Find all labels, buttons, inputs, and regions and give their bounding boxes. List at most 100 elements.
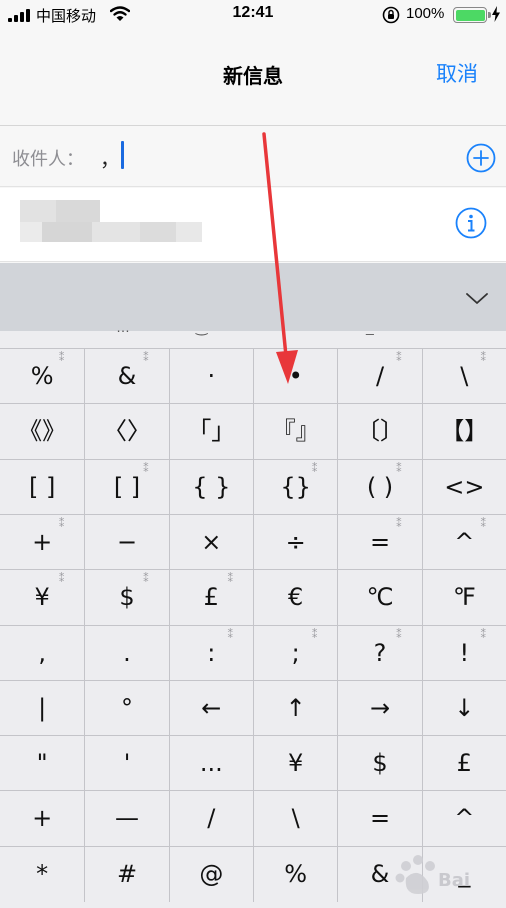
symbol-key[interactable]: ÷ — [253, 514, 337, 570]
symbol-key-label: \ — [460, 362, 469, 390]
symbol-key-label: / — [375, 362, 385, 390]
symbol-key[interactable]: ← — [168, 680, 253, 736]
symbol-key[interactable]: { } — [168, 459, 253, 515]
symbol-key[interactable]: £ — [421, 736, 506, 792]
cancel-button[interactable]: 取消 — [436, 58, 478, 88]
symbol-key[interactable]: ? ⁑ — [337, 625, 421, 681]
symbol-key[interactable]: × — [168, 514, 253, 570]
symbol-key[interactable]: ℉ — [421, 570, 506, 626]
symbol-key[interactable]: % — [253, 846, 337, 902]
symbol-key[interactable]: ^ ⁑ — [421, 514, 506, 570]
status-bar: 中国移动 12:41 100% — [0, 0, 506, 30]
symbol-key[interactable]: · — [168, 349, 253, 404]
symbol-key-label: ¥ — [288, 749, 304, 778]
key-row: " '... ¥ $ £ — [0, 735, 506, 792]
variant-marker-icon: ⁑ — [480, 627, 486, 641]
symbol-key-label: { } — [192, 472, 231, 501]
symbol-key[interactable]: ( ) ⁑ — [337, 459, 421, 515]
symbol-key[interactable]: £ ⁑ — [168, 570, 253, 626]
symbol-key[interactable]: & ⁑ — [84, 349, 168, 404]
symbol-key[interactable]: 〈〉 — [84, 404, 168, 460]
symbol-key[interactable]: $ ⁑ — [84, 570, 168, 626]
symbol-key[interactable]: ℃ — [337, 570, 421, 626]
symbol-key[interactable]: ^ — [421, 791, 506, 847]
variant-marker-icon: ⁑ — [480, 351, 486, 364]
symbol-key[interactable]: [ ] — [0, 460, 84, 515]
symbol-key[interactable]: € — [253, 570, 337, 626]
recipient-row[interactable]: 收件人： ， — [0, 127, 506, 187]
symbol-key[interactable]: / ⁑ — [337, 349, 421, 404]
symbol-key[interactable]: . — [84, 625, 168, 681]
key-row: % ⁑ & ⁑ · • / ⁑ \ ⁑ — [0, 348, 506, 404]
symbol-key[interactable]: → — [337, 680, 421, 736]
symbol-key[interactable]: ... — [168, 736, 253, 792]
symbol-key[interactable]: ↑ — [253, 680, 337, 736]
symbol-key[interactable]: — — [84, 791, 168, 847]
symbol-keyboard: … ‿ _ % ⁑ & ⁑ · • / ⁑ \ ⁑ 《》 〈〉 「」 『』 〔〕 【】[ ][ ] ⁑{ }{}… — [0, 319, 506, 908]
symbol-key-label: : — [207, 638, 216, 667]
key-row: 《》 〈〉 「」 『』 〔〕 【】 — [0, 403, 506, 460]
variant-marker-icon: ⁑ — [143, 351, 149, 364]
symbol-key[interactable]: ° — [84, 680, 168, 736]
chevron-down-icon[interactable] — [466, 293, 488, 305]
symbol-key[interactable]: • — [253, 349, 337, 404]
symbol-key[interactable]: ↓ — [421, 680, 506, 736]
add-contact-icon[interactable] — [466, 143, 496, 173]
symbol-key-label: 『』 — [271, 417, 320, 446]
contact-suggestion[interactable] — [0, 188, 506, 262]
peek-key: ‿ — [196, 319, 208, 335]
symbol-key-label: 〈〉 — [102, 417, 151, 446]
symbol-key-label: ! — [459, 638, 470, 667]
symbol-key[interactable]: ¥ ⁑ — [0, 570, 84, 625]
symbol-key[interactable]: " — [0, 736, 84, 791]
symbol-key[interactable]: <> — [421, 459, 506, 515]
symbol-key[interactable]: / — [168, 791, 253, 847]
symbol-key[interactable]: ¥ — [253, 736, 337, 792]
info-icon[interactable] — [455, 207, 487, 239]
variant-marker-icon: ⁑ — [58, 516, 65, 530]
variant-marker-icon: ⁑ — [311, 461, 318, 475]
variant-marker-icon: ⁑ — [143, 461, 149, 475]
symbol-key[interactable]: 【】 — [421, 404, 506, 460]
symbol-key[interactable]: ' — [84, 736, 168, 792]
symbol-key[interactable]: − — [84, 514, 168, 570]
symbol-key[interactable]: ; ⁑ — [253, 625, 337, 681]
symbol-key[interactable]: : ⁑ — [168, 625, 253, 681]
symbol-key[interactable]: \ — [253, 791, 337, 847]
symbol-key[interactable]: 《》 — [0, 404, 84, 459]
symbol-key[interactable]: _ — [421, 846, 506, 902]
symbol-key-label: — — [114, 804, 139, 833]
symbol-key-label: <> — [444, 472, 485, 501]
symbol-key-label: £ — [203, 583, 219, 612]
symbol-key[interactable]: + ⁑ — [0, 515, 84, 570]
symbol-key[interactable]: = — [337, 791, 421, 847]
symbol-key-label: = — [369, 527, 391, 556]
symbol-key[interactable]: {} ⁑ — [253, 459, 337, 515]
symbol-key[interactable]: # — [84, 846, 168, 902]
symbol-key[interactable]: = ⁑ — [337, 514, 421, 570]
symbol-key-label: ; — [291, 638, 300, 667]
symbol-key[interactable]: | — [0, 681, 84, 736]
key-row: ,.: ⁑; ⁑? ⁑! ⁑ — [0, 624, 506, 681]
symbol-key[interactable]: ! ⁑ — [421, 625, 506, 681]
symbol-key[interactable]: @ — [168, 846, 253, 902]
symbol-key-label: + — [32, 527, 53, 556]
symbol-key[interactable]: 〔〕 — [337, 404, 421, 460]
symbol-key[interactable]: % ⁑ — [0, 349, 84, 404]
page-title: 新信息 — [223, 64, 283, 88]
symbol-key[interactable]: [ ] ⁑ — [84, 459, 168, 515]
symbol-key[interactable]: + — [0, 791, 84, 846]
recipient-input[interactable]: ， — [100, 143, 120, 172]
symbol-key-label: ℃ — [366, 583, 394, 612]
symbol-key-label: · — [207, 362, 216, 390]
symbol-key[interactable]: * — [0, 847, 84, 902]
symbol-key-label: 「」 — [187, 417, 236, 446]
symbol-key[interactable]: & — [337, 846, 421, 902]
key-row: ¥ ⁑ $ ⁑ £ ⁑ € ℃ ℉ — [0, 569, 506, 626]
symbol-key[interactable]: $ — [337, 736, 421, 792]
symbol-key[interactable]: , — [0, 626, 84, 681]
key-row: + ⁑ − × ÷ = ⁑ ^ ⁑ — [0, 513, 506, 570]
symbol-key[interactable]: 「」 — [168, 404, 253, 460]
symbol-key[interactable]: 『』 — [253, 404, 337, 460]
symbol-key[interactable]: \ ⁑ — [421, 349, 506, 404]
